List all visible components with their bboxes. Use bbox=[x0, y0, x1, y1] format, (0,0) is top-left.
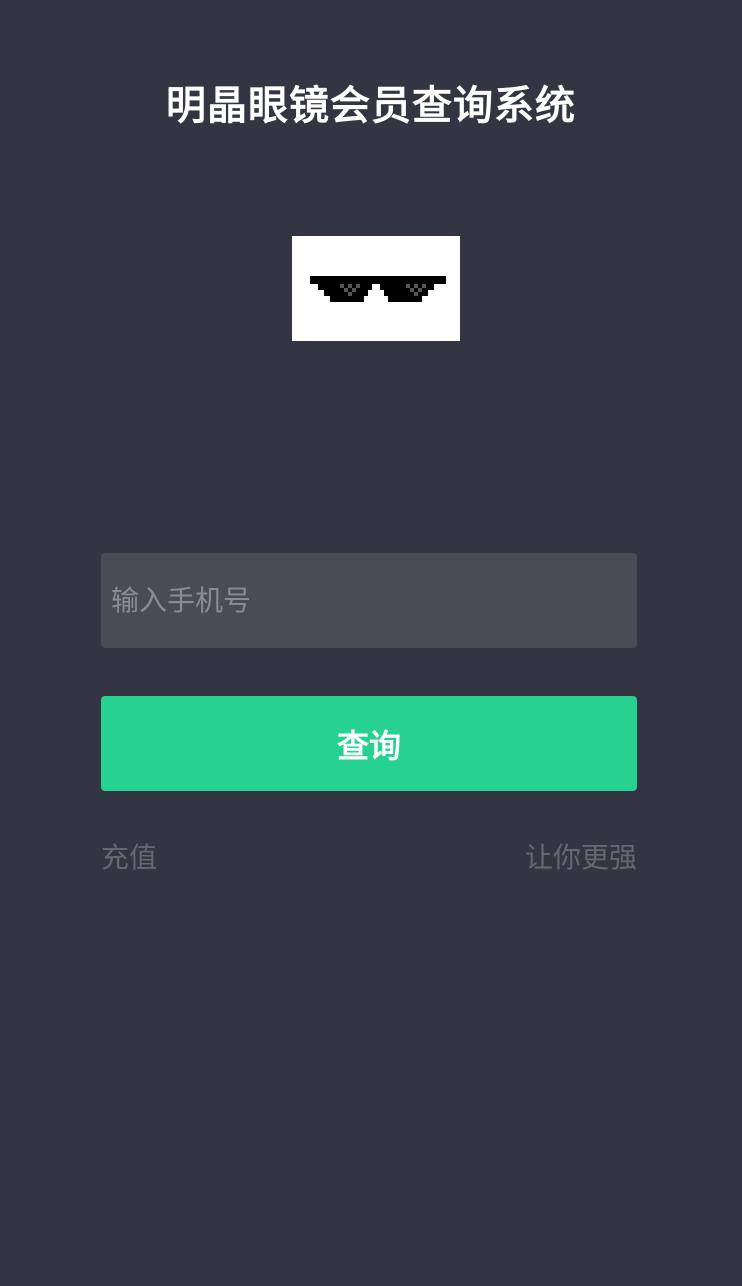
query-button[interactable]: 查询 bbox=[101, 696, 637, 791]
slogan-link[interactable]: 让你更强 bbox=[525, 838, 637, 878]
page-title: 明晶眼镜会员查询系统 bbox=[166, 83, 576, 129]
phone-number-input[interactable] bbox=[101, 553, 637, 648]
pixel-sunglasses-icon bbox=[310, 276, 446, 302]
recharge-link[interactable]: 充值 bbox=[101, 838, 157, 878]
sunglasses-logo bbox=[292, 236, 460, 341]
